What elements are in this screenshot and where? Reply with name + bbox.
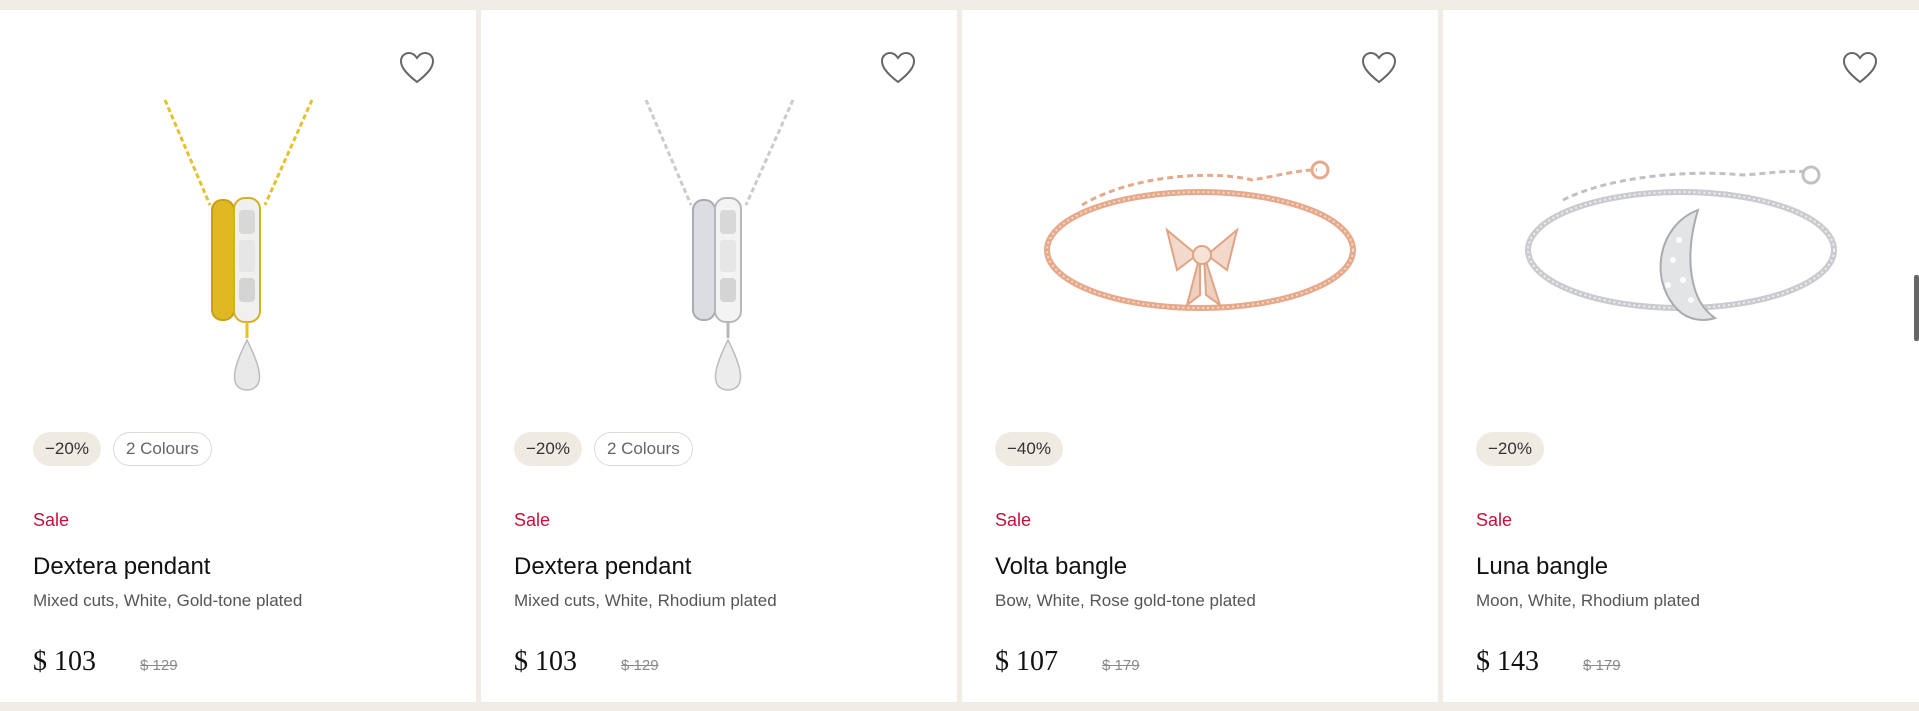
product-card[interactable]: −20% Sale Luna bangle Moon, White, Rhodi…: [1443, 10, 1919, 702]
price-row: $ 103 $ 129: [514, 646, 659, 678]
product-card[interactable]: −40% Sale Volta bangle Bow, White, Rose …: [962, 10, 1438, 702]
product-name[interactable]: Dextera pendant: [33, 553, 210, 581]
sale-label: Sale: [33, 510, 70, 530]
product-card[interactable]: −20% 2 Colours Sale Dextera pendant Mixe…: [481, 10, 957, 702]
discount-badge: −20%: [1476, 432, 1544, 466]
product-description: Mixed cuts, White, Gold-tone plated: [33, 591, 303, 610]
badges: −20% 2 Colours: [33, 432, 212, 466]
product-image[interactable]: [1443, 80, 1919, 420]
product-description: Moon, White, Rhodium plated: [1476, 591, 1700, 610]
product-card[interactable]: −20% 2 Colours Sale Dextera pendant Mixe…: [0, 10, 476, 702]
sale-label: Sale: [1476, 510, 1513, 530]
product-name[interactable]: Volta bangle: [995, 553, 1127, 581]
current-price: $ 103: [33, 646, 96, 677]
current-price: $ 143: [1476, 646, 1539, 677]
sale-label: Sale: [514, 510, 551, 530]
current-price: $ 103: [514, 646, 577, 677]
badges: −20%: [1476, 432, 1544, 466]
price-row: $ 103 $ 129: [33, 646, 178, 678]
product-description: Mixed cuts, White, Rhodium plated: [514, 591, 777, 610]
current-price: $ 107: [995, 646, 1058, 677]
original-price: $ 129: [140, 657, 178, 674]
original-price: $ 129: [621, 657, 659, 674]
badges: −40%: [995, 432, 1063, 466]
product-name[interactable]: Dextera pendant: [514, 553, 691, 581]
sale-label: Sale: [995, 510, 1032, 530]
discount-badge: −20%: [514, 432, 582, 466]
original-price: $ 179: [1583, 657, 1621, 674]
product-name[interactable]: Luna bangle: [1476, 553, 1608, 581]
colours-badge[interactable]: 2 Colours: [112, 432, 212, 466]
discount-badge: −20%: [33, 432, 101, 466]
discount-badge: −40%: [995, 432, 1063, 466]
original-price: $ 179: [1102, 657, 1140, 674]
product-image[interactable]: [0, 80, 476, 420]
product-image[interactable]: [962, 80, 1438, 420]
badges: −20% 2 Colours: [514, 432, 693, 466]
price-row: $ 143 $ 179: [1476, 646, 1621, 678]
price-row: $ 107 $ 179: [995, 646, 1140, 678]
product-grid: −20% 2 Colours Sale Dextera pendant Mixe…: [0, 10, 1919, 702]
colours-badge[interactable]: 2 Colours: [593, 432, 693, 466]
product-description: Bow, White, Rose gold-tone plated: [995, 591, 1256, 610]
product-image[interactable]: [481, 80, 957, 420]
scrollbar-thumb[interactable]: [1914, 275, 1919, 341]
